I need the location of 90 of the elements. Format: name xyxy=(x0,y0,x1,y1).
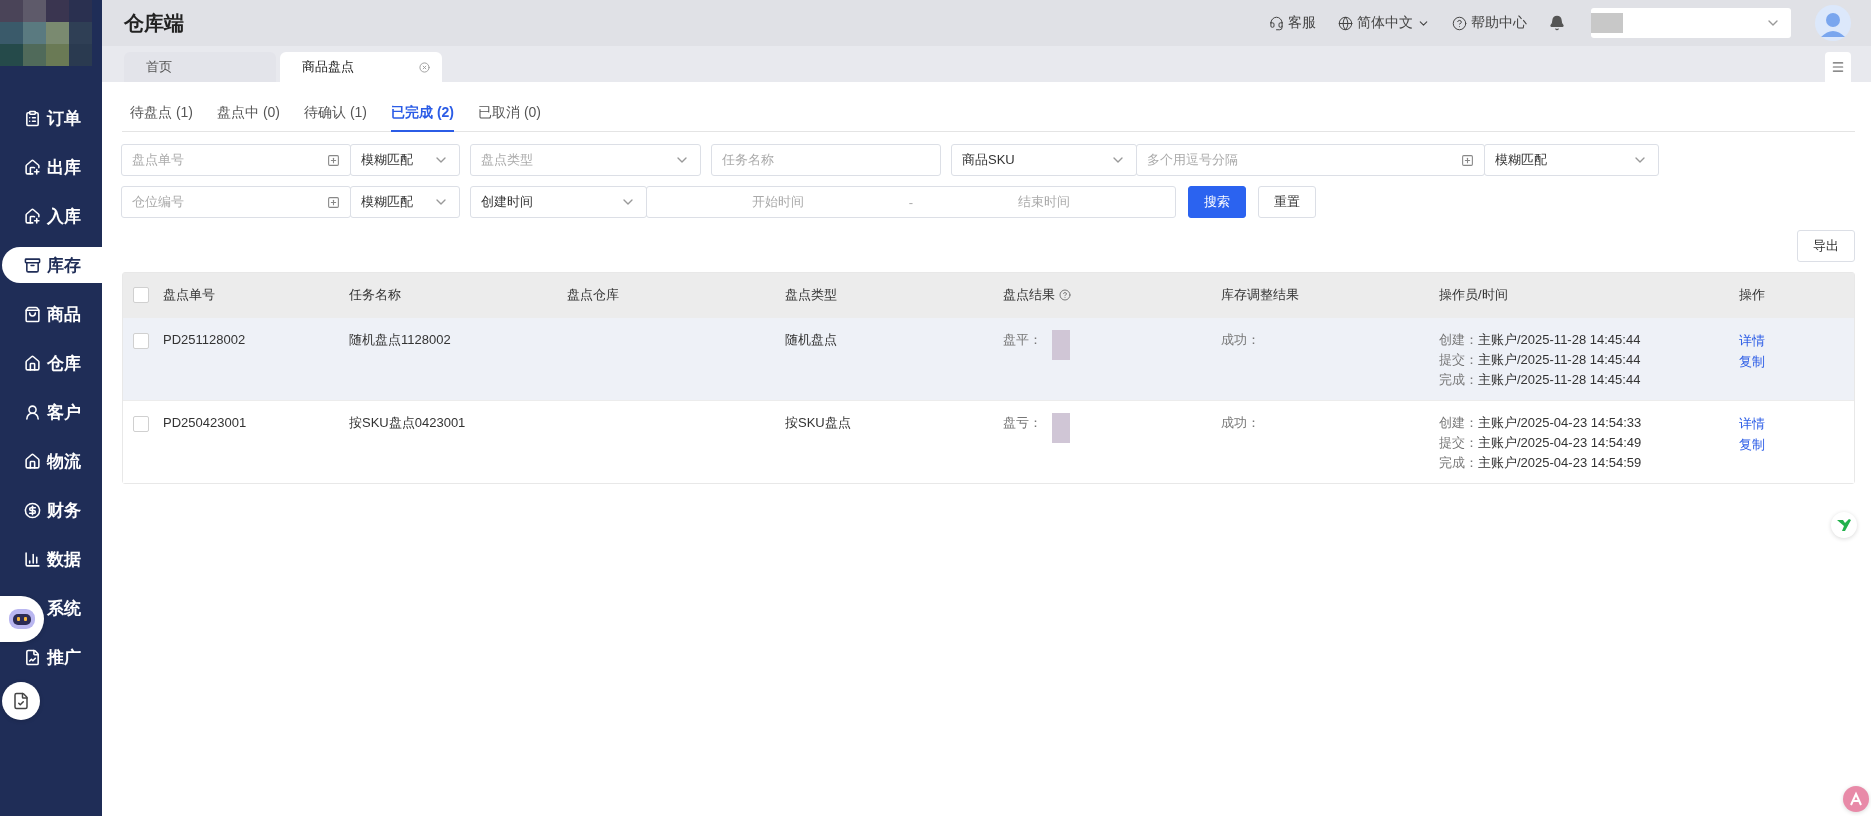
nav-icon xyxy=(24,256,41,274)
add-icon xyxy=(327,153,340,167)
sidebar-item[interactable]: 客户 xyxy=(24,394,81,430)
header-link[interactable]: 帮助中心 xyxy=(1452,14,1527,32)
nav-icon xyxy=(24,109,41,127)
action-link[interactable]: 详情 xyxy=(1739,330,1765,351)
table-cell-text: PD251128002 xyxy=(163,331,247,349)
column-header: 盘点单号 xyxy=(163,286,215,304)
table-cell-text: 随机盘点 xyxy=(785,331,838,349)
column-header: 盘点仓库 xyxy=(567,286,619,304)
sidebar-item[interactable]: 物流 xyxy=(24,443,81,479)
sidebar-item[interactable]: 财务 xyxy=(24,492,81,528)
close-icon[interactable] xyxy=(419,61,430,73)
headset-icon xyxy=(1269,15,1284,31)
avatar-icon[interactable] xyxy=(1815,5,1851,41)
sidebar-item[interactable]: 仓库 xyxy=(24,345,81,381)
sidebar-item[interactable]: 订单 xyxy=(24,100,81,136)
operator-time: 创建：主账户/2025-04-23 14:54:33 xyxy=(1439,414,1643,432)
operator-time: 完成：主账户/2025-04-23 14:54:59 xyxy=(1439,454,1643,472)
table-cell-text: 按SKU盘点 xyxy=(785,414,852,432)
nav-icon xyxy=(24,501,41,519)
column-header: 库存调整结果 xyxy=(1221,286,1299,304)
table-cell-text: 随机盘点1128002 xyxy=(349,331,452,349)
table-cell-text: 按SKU盘点0423001 xyxy=(349,414,467,432)
column-header: 盘点类型 xyxy=(785,286,837,304)
operator-time: 创建：主账户/2025-11-28 14:45:44 xyxy=(1439,331,1642,349)
sidebar-item[interactable]: 库存 xyxy=(2,247,102,283)
export-button[interactable]: 导出 xyxy=(1797,230,1855,262)
help-icon[interactable] xyxy=(1059,289,1071,301)
adjust-label: 成功： xyxy=(1221,331,1260,349)
checkbox[interactable] xyxy=(133,333,149,349)
nav-icon xyxy=(24,354,41,372)
select-field[interactable]: 模糊匹配 xyxy=(1484,144,1659,176)
sidebar-item[interactable]: 推广 xyxy=(24,639,81,675)
page-tab[interactable]: 商品盘点 xyxy=(280,52,442,82)
select-field[interactable]: 模糊匹配 xyxy=(350,144,460,176)
action-link[interactable]: 复制 xyxy=(1739,351,1765,372)
robot-icon[interactable] xyxy=(0,596,44,642)
header-link[interactable]: 客服 xyxy=(1269,14,1316,32)
status-tab[interactable]: 盘点中 (0) xyxy=(217,96,280,132)
app-title: 仓库端 xyxy=(124,10,185,36)
column-header: 操作员/时间 xyxy=(1439,286,1508,304)
add-icon xyxy=(1461,153,1474,167)
operator-time: 提交：主账户/2025-11-28 14:45:44 xyxy=(1439,351,1642,369)
operator-time: 完成：主账户/2025-11-28 14:45:44 xyxy=(1439,371,1642,389)
checkbox[interactable] xyxy=(133,287,149,303)
status-tab[interactable]: 已完成 (2) xyxy=(391,96,454,132)
help-icon xyxy=(1452,15,1467,31)
select-field[interactable]: 商品SKU xyxy=(951,144,1137,176)
result-label: 盘亏： xyxy=(1003,414,1042,432)
page-tab[interactable]: 首页 xyxy=(124,52,276,82)
sidebar-item[interactable]: 商品 xyxy=(24,296,81,332)
action-link[interactable]: 详情 xyxy=(1739,413,1765,434)
status-tab[interactable]: 已取消 (0) xyxy=(478,96,541,132)
status-tab[interactable]: 待确认 (1) xyxy=(304,96,367,132)
nav-icon xyxy=(24,648,41,666)
bell-icon[interactable] xyxy=(1549,15,1565,31)
account-select[interactable] xyxy=(1591,8,1791,38)
operator-time: 提交：主账户/2025-04-23 14:54:49 xyxy=(1439,434,1643,452)
nav-icon xyxy=(24,305,41,323)
column-header: 任务名称 xyxy=(349,286,401,304)
select-field[interactable]: 创建时间 xyxy=(470,186,647,218)
checkbox[interactable] xyxy=(133,416,149,432)
sidebar-item[interactable]: 出库 xyxy=(24,149,81,185)
sidebar-item[interactable]: 入库 xyxy=(24,198,81,234)
result-label: 盘平： xyxy=(1003,331,1042,349)
select-field[interactable]: 模糊匹配 xyxy=(350,186,460,218)
nav-icon xyxy=(24,550,41,568)
nav-icon xyxy=(24,452,41,470)
header-link[interactable]: 简体中文 xyxy=(1338,14,1430,32)
status-tab[interactable]: 待盘点 (1) xyxy=(130,96,193,132)
sidebar-item[interactable]: 数据 xyxy=(24,541,81,577)
reset-button[interactable]: 重置 xyxy=(1258,186,1316,218)
redacted-mark xyxy=(1052,330,1070,360)
action-link[interactable]: 复制 xyxy=(1739,434,1765,455)
menu-icon xyxy=(1831,60,1845,74)
nav-icon xyxy=(24,403,41,421)
sidebar-item[interactable]: 系统 xyxy=(47,590,81,626)
column-header: 操作 xyxy=(1739,286,1765,304)
redacted-mark xyxy=(1052,413,1070,443)
checklist-icon[interactable] xyxy=(2,682,40,720)
add-icon xyxy=(327,195,340,209)
adjust-label: 成功： xyxy=(1221,414,1260,432)
column-header: 盘点结果 xyxy=(1003,286,1055,304)
nav-icon xyxy=(24,207,41,225)
globe-icon xyxy=(1338,15,1353,31)
table-cell-text: PD250423001 xyxy=(163,414,248,432)
menu-button[interactable] xyxy=(1825,52,1851,82)
nav-icon xyxy=(24,158,41,176)
search-button[interactable]: 搜索 xyxy=(1188,186,1246,218)
